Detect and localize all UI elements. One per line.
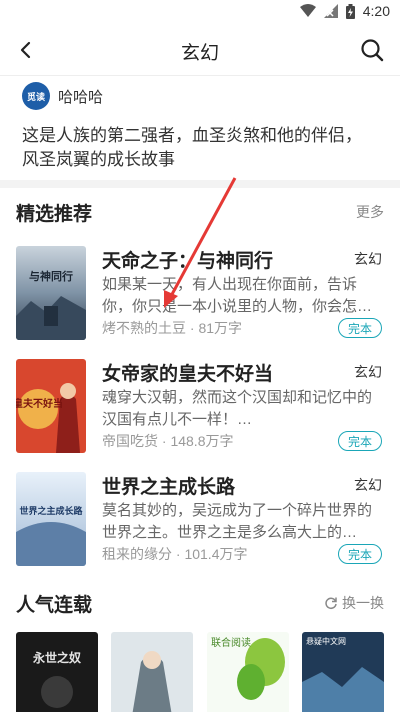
book-title[interactable]: 天命之子：与神同行	[102, 246, 273, 273]
battery-icon	[345, 3, 355, 19]
more-link[interactable]: 更多	[356, 202, 384, 222]
page-title: 玄幻	[180, 43, 219, 64]
book-word-count: 81万字	[198, 320, 243, 336]
popular-header: 人气连载 换一换	[16, 589, 384, 617]
cover-title-text: 皇夫不好当	[16, 397, 63, 410]
popular-book-cover[interactable]: 联合阅读	[207, 632, 289, 712]
popular-book-cover[interactable]: 悬疑中文网	[302, 632, 384, 712]
book-cover: 皇夫不好当	[16, 359, 86, 453]
cover-title-text: 永世之奴	[32, 650, 81, 665]
book-title[interactable]: 世界之主成长路	[102, 472, 235, 499]
cover-title-text: 联合阅读	[211, 636, 251, 649]
book-intro: 如果某一天，有人出现在你面前，告诉你，你只是一本小说里的人物，你会怎…	[102, 276, 373, 315]
signal-icon	[323, 4, 338, 18]
list-description: 这是人族的第二强者，血圣炎煞和他的伴侣，风圣岚翼的成长故事	[22, 126, 362, 169]
book-cover: 与神同行	[16, 246, 86, 340]
book-title[interactable]: 女帝家的皇夫不好当	[102, 359, 273, 386]
book-genre: 玄幻	[354, 364, 382, 380]
book-meta: 烤不熟的土豆 · 81万字	[102, 318, 242, 338]
book-author: 烤不熟的土豆	[102, 320, 186, 336]
status-badge: 完本	[338, 318, 382, 338]
meta-separator: ·	[189, 320, 195, 336]
book-meta: 帝国吃货 · 148.8万字	[102, 431, 234, 451]
app-bar: 玄幻	[0, 24, 400, 76]
meta-separator: ·	[161, 433, 167, 449]
status-bar: 4:20	[0, 0, 400, 24]
book-cover: 世界之主成长路	[16, 472, 86, 566]
book-item[interactable]: 皇夫不好当 女帝家的皇夫不好当 玄幻 魂穿大汉朝，然而这个汉国却和记忆中的汉国有…	[16, 359, 384, 453]
book-intro: 魂穿大汉朝，然而这个汉国却和记忆中的汉国有点儿不一样！…	[102, 389, 373, 428]
book-meta: 租来的缘分 · 101.4万字	[102, 544, 248, 564]
author-name: 哈哈哈	[58, 88, 104, 106]
book-author: 租来的缘分	[102, 546, 172, 562]
refresh-label: 换一换	[342, 595, 384, 611]
status-icons: 4:20	[299, 3, 390, 19]
book-intro: 莫名其妙的，吴远成为了一个碎片世界的世界之主。世界之主是多么高大上的…	[102, 502, 373, 541]
cover-title-text: 悬疑中文网	[306, 636, 346, 646]
status-badge: 完本	[338, 544, 382, 564]
book-item[interactable]: 世界之主成长路 世界之主成长路 玄幻 莫名其妙的，吴远成为了一个碎片世界的世界之…	[16, 472, 384, 566]
book-genre: 玄幻	[354, 251, 382, 267]
popular-covers: 永世之奴 联合阅读 悬疑中文网	[16, 632, 384, 712]
cover-title-text: 世界之主成长路	[19, 505, 83, 517]
meta-separator: ·	[175, 546, 181, 562]
book-genre: 玄幻	[354, 477, 382, 493]
book-author: 帝国吃货	[102, 433, 158, 449]
popular-book-cover[interactable]: 永世之奴	[16, 632, 98, 712]
featured-title: 精选推荐	[16, 203, 93, 225]
status-badge: 完本	[338, 431, 382, 451]
popular-title: 人气连载	[16, 594, 93, 616]
avatar: 觅读	[22, 82, 50, 110]
book-word-count: 148.8万字	[170, 433, 234, 449]
refresh-button[interactable]: 换一换	[324, 593, 384, 613]
author-row[interactable]: 觅读 哈哈哈	[22, 82, 103, 110]
section-divider	[0, 180, 400, 188]
book-word-count: 101.4万字	[184, 546, 248, 562]
wifi-icon	[299, 4, 316, 17]
search-icon[interactable]	[358, 36, 386, 64]
popular-book-cover[interactable]	[111, 632, 193, 712]
book-item[interactable]: 与神同行 天命之子：与神同行 玄幻 如果某一天，有人出现在你面前，告诉你，你只是…	[16, 246, 384, 340]
refresh-icon	[325, 597, 337, 610]
featured-header: 精选推荐 更多	[16, 198, 384, 226]
cover-title-text: 与神同行	[29, 269, 73, 283]
status-time: 4:20	[362, 3, 390, 19]
